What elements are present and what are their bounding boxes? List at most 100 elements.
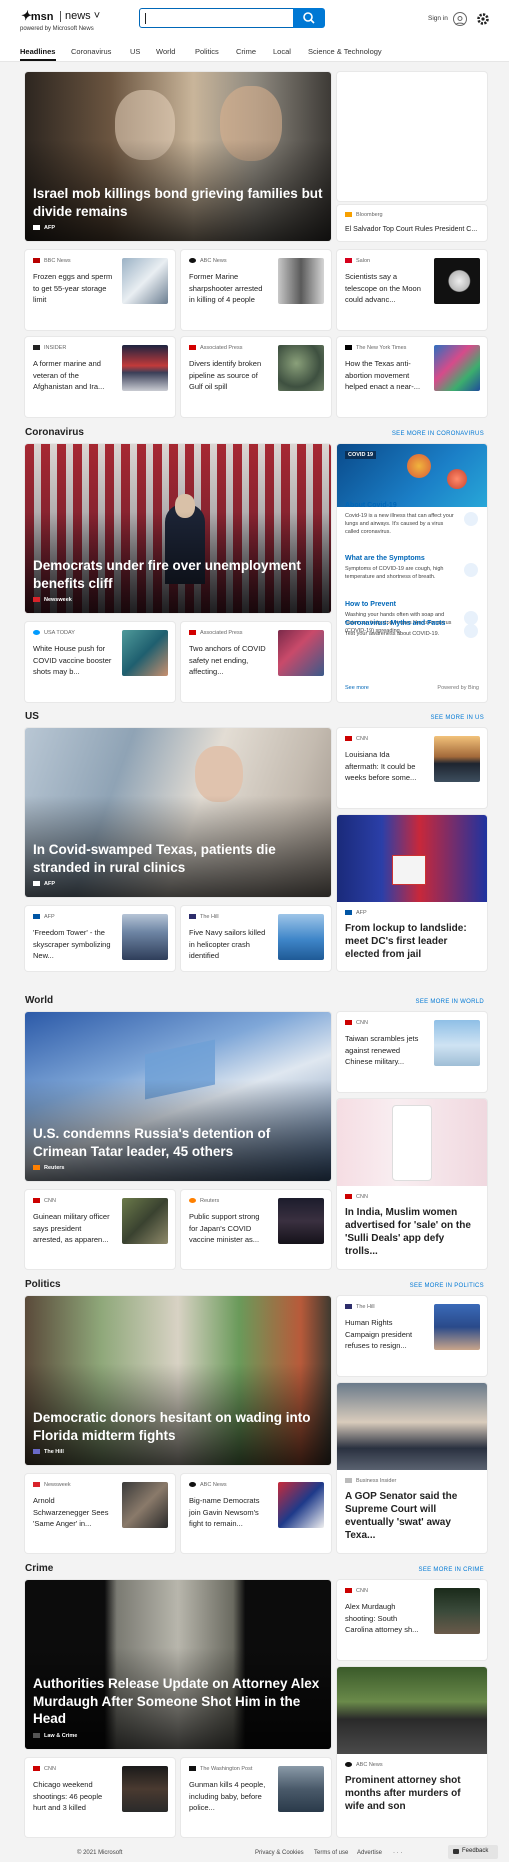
world-hero-card[interactable]: U.S. condemns Russia's detention of Crim… (25, 1012, 331, 1181)
news-card[interactable]: AFP 'Freedom Tower' - the skyscraper sym… (25, 906, 175, 971)
news-card-tall[interactable]: AFP From lockup to landslide: meet DC's … (337, 815, 487, 971)
news-card[interactable]: The Washington Post Gunman kills 4 peopl… (181, 1758, 331, 1837)
more-options-icon[interactable]: · · · (393, 1850, 402, 1856)
search-icon (303, 12, 315, 24)
news-card[interactable]: INSIDER A former marine and veteran of t… (25, 337, 175, 417)
news-card[interactable]: Salon Scientists say a telescope on the … (337, 250, 487, 330)
section-title-politics[interactable]: Politics (25, 1279, 61, 1290)
news-card[interactable]: CNN Taiwan scrambles jets against renewe… (337, 1012, 487, 1092)
see-more-coronavirus[interactable]: SEE MORE IN CORONAVIRUS (392, 431, 484, 437)
hero-source: Law & Crime (33, 1733, 77, 1739)
gear-icon[interactable] (475, 11, 491, 27)
hero-source: Reuters (33, 1165, 64, 1171)
news-card[interactable]: Associated Press Divers identify broken … (181, 337, 331, 417)
privacy-link[interactable]: Privacy & Cookies (255, 1850, 304, 1856)
nyt-icon (345, 345, 352, 351)
thumbnail (434, 1304, 480, 1350)
headline-hero-card[interactable]: Israel mob killings bond grieving famili… (25, 72, 331, 241)
news-card-tall[interactable]: CNN In India, Muslim women advertised fo… (337, 1099, 487, 1269)
tab-local[interactable]: Local (273, 47, 291, 56)
news-card[interactable]: CNN Guinean military officer says presid… (25, 1190, 175, 1269)
cnn-icon (345, 736, 352, 742)
news-card[interactable]: Newsweek Arnold Schwarzenegger Sees 'Sam… (25, 1474, 175, 1553)
signin-link[interactable]: Sign in (428, 15, 448, 22)
thumbnail (278, 258, 324, 304)
tab-us[interactable]: US (130, 47, 140, 56)
news-card[interactable]: CNN Chicago weekend shootings: 46 people… (25, 1758, 175, 1837)
see-more-us[interactable]: SEE MORE IN US (430, 715, 484, 721)
news-dropdown[interactable]: news ˅ (65, 10, 100, 22)
bbc-icon (33, 258, 40, 264)
news-card[interactable]: USA TODAY White House push for COVID vac… (25, 622, 175, 702)
sponsored-card[interactable]: Bloomberg El Salvador Top Court Rules Pr… (337, 205, 487, 241)
politics-hero-card[interactable]: Democratic donors hesitant on wading int… (25, 1296, 331, 1465)
advertise-link[interactable]: Advertise (357, 1850, 382, 1856)
top-header: ✦msn news ˅ powered by Microsoft News Si… (0, 0, 509, 40)
feedback-button[interactable]: Feedback (448, 1845, 498, 1859)
thumbnail (278, 1482, 324, 1528)
us-hero-card[interactable]: In Covid-swamped Texas, patients die str… (25, 728, 331, 897)
thumbnail (122, 1198, 168, 1244)
hero-title: Authorities Release Update on Attorney A… (33, 1676, 320, 1726)
the-hill-icon (33, 1449, 40, 1455)
washington-post-icon (189, 1766, 196, 1772)
covid-about-item[interactable]: About Covid-19 Covid-19 is a new illness … (345, 502, 479, 536)
thumbnail (122, 630, 168, 676)
thumbnail (122, 345, 168, 391)
section-title-crime[interactable]: Crime (25, 1563, 53, 1574)
see-more-world[interactable]: SEE MORE IN WORLD (416, 999, 484, 1005)
tab-crime[interactable]: Crime (236, 47, 256, 56)
hero-source: AFP (33, 881, 55, 887)
news-card[interactable]: Reuters Public support strong for Japan'… (181, 1190, 331, 1269)
news-card[interactable]: ABC News Big-name Democrats join Gavin N… (181, 1474, 331, 1553)
covid-see-more[interactable]: See more (345, 685, 369, 691)
thumbnail (434, 258, 480, 304)
tab-science-technology[interactable]: Science & Technology (308, 47, 382, 56)
news-card-tall[interactable]: Business Insider A GOP Senator said the … (337, 1383, 487, 1553)
news-card[interactable]: CNN Alex Murdaugh shooting: South Caroli… (337, 1580, 487, 1660)
article-image (337, 1667, 487, 1754)
avatar-icon[interactable] (453, 12, 467, 26)
search-button[interactable] (293, 8, 325, 28)
news-card-tall[interactable]: ABC News Prominent attorney shot months … (337, 1667, 487, 1837)
news-card[interactable]: Associated Press Two anchors of COVID sa… (181, 622, 331, 702)
article-image (337, 1383, 487, 1470)
thumbnail (278, 1766, 324, 1812)
tab-politics[interactable]: Politics (195, 47, 219, 56)
section-title-us[interactable]: US (25, 711, 39, 722)
hero-title: U.S. condemns Russia's detention of Crim… (33, 1126, 271, 1159)
hero-source: The Hill (33, 1449, 64, 1455)
afp-icon (345, 910, 352, 916)
the-hill-icon (189, 914, 196, 920)
search-input[interactable] (139, 8, 294, 28)
see-more-politics[interactable]: SEE MORE IN POLITICS (410, 1283, 484, 1289)
news-card[interactable]: The Hill Human Rights Campaign president… (337, 1296, 487, 1376)
news-card[interactable]: BBC News Frozen eggs and sperm to get 55… (25, 250, 175, 330)
section-title-coronavirus[interactable]: Coronavirus (25, 427, 84, 438)
news-card[interactable]: CNN Louisiana Ida aftermath: It could be… (337, 728, 487, 808)
crime-hero-card[interactable]: Authorities Release Update on Attorney A… (25, 1580, 331, 1749)
tab-coronavirus[interactable]: Coronavirus (71, 47, 111, 56)
news-card[interactable]: ABC News Former Marine sharpshooter arre… (181, 250, 331, 330)
thumbnail (278, 914, 324, 960)
section-title-world[interactable]: World (25, 995, 53, 1006)
news-card[interactable]: The Hill Five Navy sailors killed in hel… (181, 906, 331, 971)
tab-world[interactable]: World (156, 47, 175, 56)
thumbnail (122, 1766, 168, 1812)
see-more-crime[interactable]: SEE MORE IN CRIME (419, 1567, 484, 1573)
carousel-dots[interactable] (166, 234, 232, 241)
cnn-icon (33, 1198, 40, 1204)
hero-title: Democratic donors hesitant on wading int… (33, 1410, 311, 1443)
copyright: © 2021 Microsoft (77, 1850, 123, 1856)
footer: © 2021 Microsoft Privacy & Cookies Terms… (0, 1846, 509, 1862)
coronavirus-hero-card[interactable]: Democrats under fire over unemployment b… (25, 444, 331, 613)
covid-myths-item[interactable]: Coronavirus: Myths and Facts Test your aw… (345, 620, 479, 638)
terms-link[interactable]: Terms of use (314, 1850, 348, 1856)
msn-butterfly-icon: ✦ (20, 9, 31, 24)
thumbnail (278, 1198, 324, 1244)
covid-symptoms-item[interactable]: What are the Symptoms Symptoms of COVID-1… (345, 555, 479, 581)
news-card[interactable]: The New York Times How the Texas anti-ab… (337, 337, 487, 417)
powered-by: powered by Microsoft News (20, 26, 94, 32)
chevron-down-icon: ˅ (90, 10, 101, 22)
tab-headlines[interactable]: Headlines (20, 47, 55, 56)
